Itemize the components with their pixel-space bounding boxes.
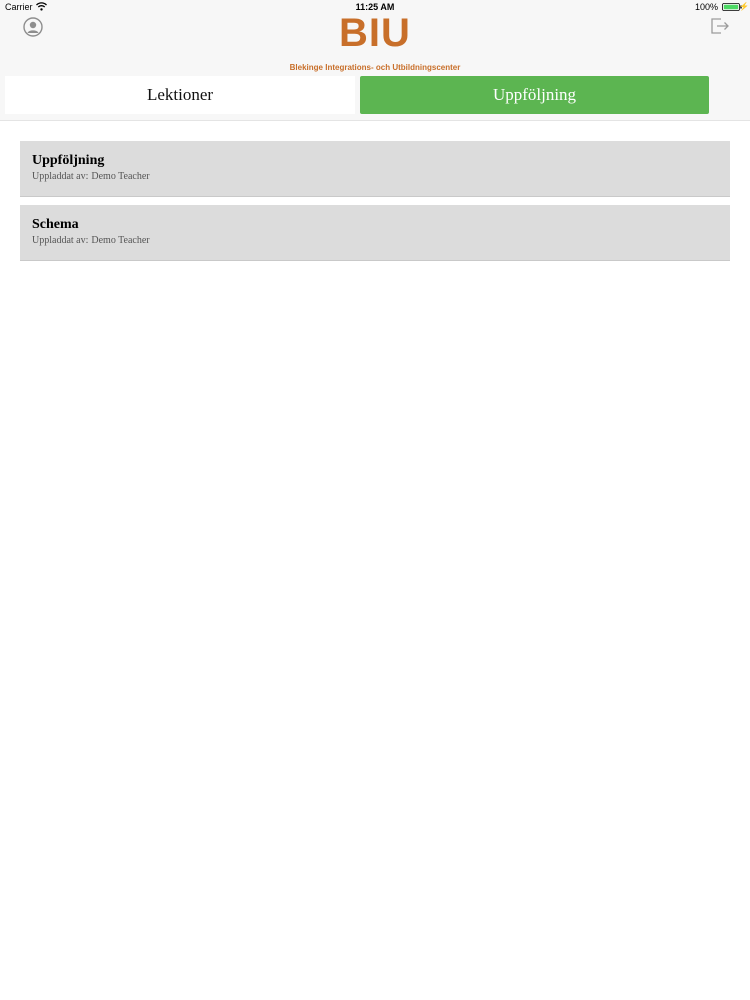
document-uploader: Uppladdat av: Demo Teacher	[32, 235, 718, 246]
uploader-name: Demo Teacher	[91, 171, 150, 182]
app-logo: BIU Blekinge Integrations- och Utbildnin…	[0, 12, 750, 72]
document-uploader: Uppladdat av: Demo Teacher	[32, 171, 718, 182]
uploader-label: Uppladdat av:	[32, 171, 89, 182]
logo-subtitle: Blekinge Integrations- och Utbildningsce…	[289, 63, 461, 72]
document-item-schedule[interactable]: Schema Uppladdat av: Demo Teacher	[20, 205, 730, 261]
status-bar: Carrier 11:25 AM 100% ⚡	[0, 0, 750, 14]
battery-percent: 100%	[694, 2, 718, 12]
app-header: BIU Blekinge Integrations- och Utbildnin…	[0, 0, 750, 121]
uploader-label: Uppladdat av:	[32, 235, 89, 246]
tab-followup[interactable]: Uppföljning	[360, 76, 709, 114]
document-title: Uppföljning	[32, 153, 105, 168]
document-title: Schema	[32, 217, 79, 232]
logout-icon[interactable]	[710, 17, 730, 35]
document-list: Uppföljning Uppladdat av: Demo Teacher Sc…	[20, 141, 730, 269]
status-time: 11:25 AM	[355, 2, 395, 12]
document-item-followup[interactable]: Uppföljning Uppladdat av: Demo Teacher	[20, 141, 730, 197]
logo-text: BIU	[339, 11, 411, 55]
uploader-name: Demo Teacher	[91, 235, 150, 246]
charge-icon: ⚡	[739, 2, 749, 11]
tab-lessons[interactable]: Lektioner	[5, 76, 355, 114]
